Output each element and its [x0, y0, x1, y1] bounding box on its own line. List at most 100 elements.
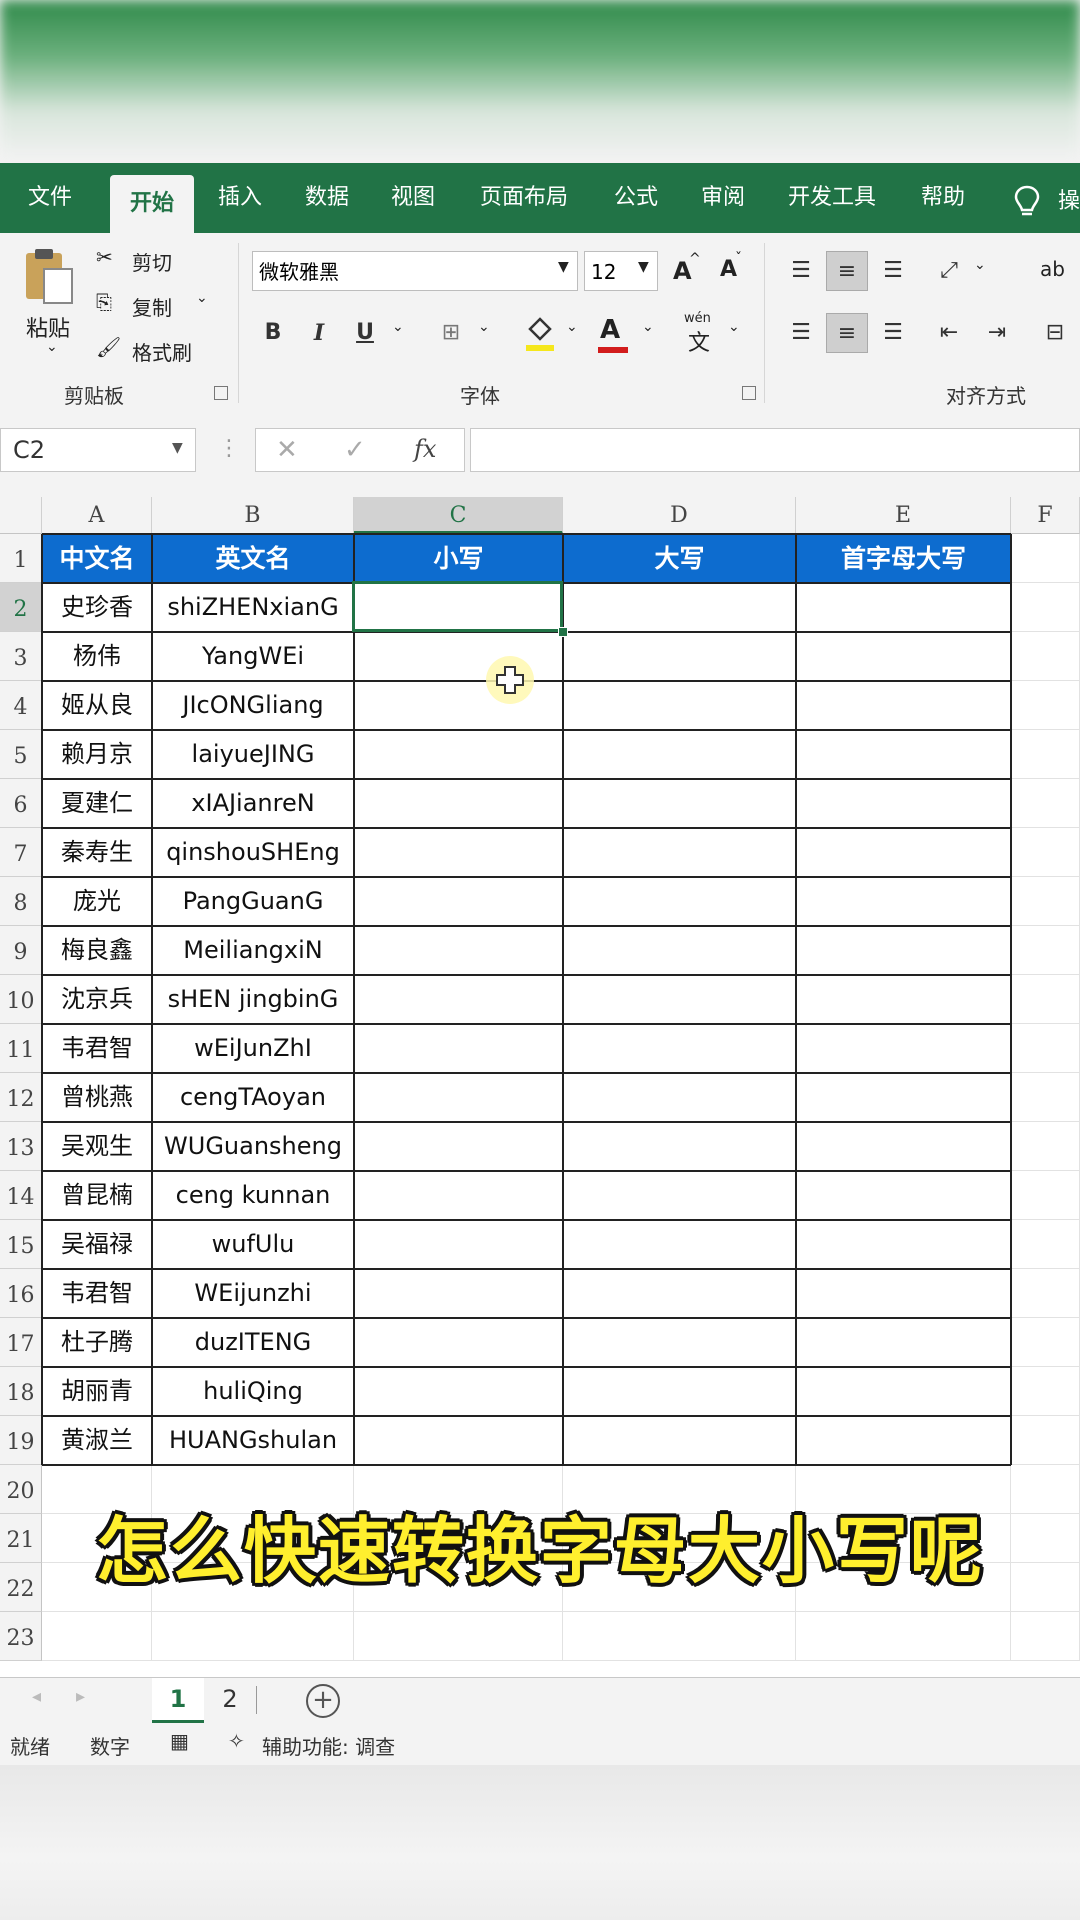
english-name-cell[interactable]: ceng kunnan: [152, 1171, 354, 1220]
name-box-dropdown-icon[interactable]: ▼: [172, 440, 183, 456]
column-header-e[interactable]: E: [796, 497, 1011, 534]
cut-icon[interactable]: ✂: [96, 245, 113, 269]
table-header-cell[interactable]: 中文名: [42, 534, 152, 583]
row-header[interactable]: 15: [0, 1220, 42, 1269]
active-cell-c2[interactable]: [352, 581, 563, 632]
insert-function-button[interactable]: fx: [414, 435, 436, 463]
wrap-text-icon[interactable]: ab: [1040, 257, 1065, 281]
format-painter-button[interactable]: 格式刷: [132, 337, 192, 366]
english-name-cell[interactable]: duzITENG: [152, 1318, 354, 1367]
english-name-cell[interactable]: shiZHENxianG: [152, 583, 354, 632]
chinese-name-cell[interactable]: 韦君智: [42, 1269, 152, 1318]
cancel-icon[interactable]: ✕: [276, 435, 298, 465]
decrease-indent-icon[interactable]: ⇤: [928, 313, 970, 353]
tab-formulas[interactable]: 公式: [596, 163, 676, 233]
row-header[interactable]: 10: [0, 975, 42, 1024]
chinese-name-cell[interactable]: 曾昆楠: [42, 1171, 152, 1220]
row-header[interactable]: 23: [0, 1612, 42, 1661]
align-right-icon[interactable]: ☰: [872, 313, 914, 353]
accessibility-icon[interactable]: ✧: [228, 1729, 245, 1753]
row-header[interactable]: 7: [0, 828, 42, 877]
english-name-cell[interactable]: MeiliangxiN: [152, 926, 354, 975]
copy-button[interactable]: 复制: [132, 292, 172, 321]
borders-icon[interactable]: ⊞: [430, 313, 472, 353]
column-header-f[interactable]: F: [1011, 497, 1080, 534]
copy-icon[interactable]: ⎘: [96, 290, 112, 314]
underline-button[interactable]: U: [344, 313, 386, 353]
chinese-name-cell[interactable]: 吴福禄: [42, 1220, 152, 1269]
sheet-tab-2[interactable]: 2: [210, 1678, 250, 1720]
english-name-cell[interactable]: WUGuansheng: [152, 1122, 354, 1171]
row-header[interactable]: 8: [0, 877, 42, 926]
table-header-cell[interactable]: 英文名: [152, 534, 354, 583]
phonetic-dropdown-icon[interactable]: ⌄: [728, 319, 740, 335]
name-box[interactable]: C2: [0, 428, 196, 472]
english-name-cell[interactable]: cengTAoyan: [152, 1073, 354, 1122]
paste-icon[interactable]: [22, 247, 74, 305]
english-name-cell[interactable]: WEijunzhi: [152, 1269, 354, 1318]
chinese-name-cell[interactable]: 曾桃燕: [42, 1073, 152, 1122]
select-all-corner[interactable]: [0, 497, 42, 534]
chinese-name-cell[interactable]: 黄淑兰: [42, 1416, 152, 1465]
row-header[interactable]: 14: [0, 1171, 42, 1220]
fill-handle[interactable]: [558, 627, 568, 637]
row-header[interactable]: 17: [0, 1318, 42, 1367]
table-header-cell[interactable]: 小写: [354, 534, 563, 583]
chinese-name-cell[interactable]: 胡丽青: [42, 1367, 152, 1416]
row-header[interactable]: 19: [0, 1416, 42, 1465]
chinese-name-cell[interactable]: 杨伟: [42, 632, 152, 681]
column-header-a[interactable]: A: [42, 497, 152, 534]
tab-file[interactable]: 文件: [10, 163, 90, 233]
english-name-cell[interactable]: YangWEi: [152, 632, 354, 681]
tab-insert[interactable]: 插入: [200, 163, 280, 233]
paste-dropdown-chevron-icon[interactable]: ⌄: [46, 339, 58, 355]
chinese-name-cell[interactable]: 赖月京: [42, 730, 152, 779]
english-name-cell[interactable]: PangGuanG: [152, 877, 354, 926]
row-header[interactable]: 4: [0, 681, 42, 730]
column-header-c[interactable]: C: [354, 497, 563, 534]
row-header[interactable]: 13: [0, 1122, 42, 1171]
chinese-name-cell[interactable]: 梅良鑫: [42, 926, 152, 975]
table-header-cell[interactable]: 首字母大写: [796, 534, 1011, 583]
row-header[interactable]: 1: [0, 534, 42, 583]
middle-align-icon[interactable]: ≡: [826, 251, 868, 291]
underline-dropdown-icon[interactable]: ⌄: [392, 319, 404, 335]
borders-dropdown-icon[interactable]: ⌄: [478, 319, 490, 335]
english-name-cell[interactable]: xIAJianreN: [152, 779, 354, 828]
chinese-name-cell[interactable]: 夏建仁: [42, 779, 152, 828]
add-sheet-icon[interactable]: +: [306, 1684, 340, 1718]
font-launcher-icon[interactable]: [742, 386, 756, 400]
merge-center-icon[interactable]: ⊟: [1034, 313, 1076, 353]
english-name-cell[interactable]: HUANGshulan: [152, 1416, 354, 1465]
macro-record-icon[interactable]: ▦: [170, 1729, 189, 1753]
english-name-cell[interactable]: laiyueJING: [152, 730, 354, 779]
font-size-dropdown-icon[interactable]: ▼: [638, 259, 649, 275]
increase-indent-icon[interactable]: ⇥: [976, 313, 1018, 353]
english-name-cell[interactable]: huliQing: [152, 1367, 354, 1416]
english-name-cell[interactable]: qinshouSHEng: [152, 828, 354, 877]
bottom-align-icon[interactable]: ☰: [872, 251, 914, 291]
phonetic-guide-icon[interactable]: 文: [688, 325, 710, 357]
row-header[interactable]: 6: [0, 779, 42, 828]
chinese-name-cell[interactable]: 史珍香: [42, 583, 152, 632]
chinese-name-cell[interactable]: 庞光: [42, 877, 152, 926]
tell-me-text[interactable]: 操: [1058, 183, 1080, 215]
row-header[interactable]: 12: [0, 1073, 42, 1122]
tab-developer[interactable]: 开发工具: [776, 163, 888, 233]
english-name-cell[interactable]: wEiJunZhI: [152, 1024, 354, 1073]
chinese-name-cell[interactable]: 姬从良: [42, 681, 152, 730]
sheet-tab-1[interactable]: 1: [152, 1678, 204, 1723]
fill-color-icon[interactable]: [522, 313, 558, 353]
tab-page-layout[interactable]: 页面布局: [465, 163, 583, 233]
chinese-name-cell[interactable]: 吴观生: [42, 1122, 152, 1171]
tab-home[interactable]: 开始: [110, 175, 194, 233]
english-name-cell[interactable]: sHEN jingbinG: [152, 975, 354, 1024]
font-color-dropdown-icon[interactable]: ⌄: [642, 319, 654, 335]
orientation-dropdown-icon[interactable]: ⌄: [974, 257, 986, 273]
cut-button[interactable]: 剪切: [132, 247, 172, 276]
font-name-dropdown-icon[interactable]: ▼: [558, 259, 569, 275]
row-header[interactable]: 5: [0, 730, 42, 779]
scroll-next-sheet-icon[interactable]: ▸: [76, 1686, 85, 1707]
english-name-cell[interactable]: JIcONGliang: [152, 681, 354, 730]
row-header[interactable]: 16: [0, 1269, 42, 1318]
